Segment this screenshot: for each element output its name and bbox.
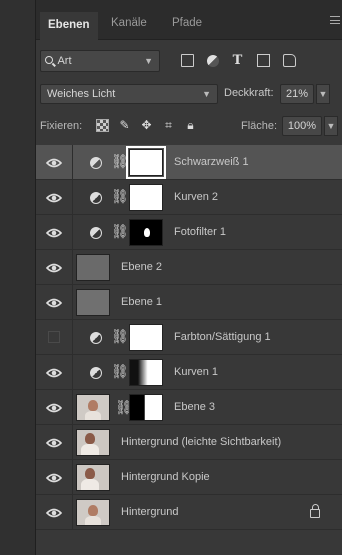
layer-name: Fotofilter 1 xyxy=(174,226,226,238)
tab-kanaele[interactable]: Kanäle xyxy=(111,10,147,38)
lock-all-icon[interactable]: 🔒︎ xyxy=(184,119,197,132)
link-chain-icon[interactable]: ⛓ xyxy=(111,329,129,345)
layer-name: Ebene 2 xyxy=(121,261,162,273)
lock-transparency-icon[interactable] xyxy=(96,119,109,132)
link-chain-icon[interactable]: ⛓ xyxy=(111,189,129,205)
layer-list: ⛓ Schwarzweiß 1 ⛓ Kurven 2 ⛓ Fotofilter … xyxy=(36,145,342,530)
layer-mask-thumbnail[interactable] xyxy=(126,146,166,179)
layer-name: Hintergrund xyxy=(121,506,179,518)
adjustment-layer-icon xyxy=(90,332,102,344)
layer-row[interactable]: Hintergrund (leichte Sichtbarkeit) xyxy=(36,425,342,460)
eye-icon[interactable] xyxy=(46,225,62,241)
eye-icon[interactable] xyxy=(46,365,62,381)
layer-filter-row: Art ▼ T xyxy=(36,50,342,72)
adjustment-layer-icon xyxy=(90,192,102,204)
layer-thumbnail[interactable] xyxy=(76,394,110,421)
layer-mask-thumbnail[interactable] xyxy=(129,184,163,211)
eye-icon[interactable] xyxy=(46,435,62,451)
visibility-toggle-empty[interactable] xyxy=(48,331,60,343)
adjustment-layer-icon xyxy=(90,157,102,169)
opacity-label: Deckkraft: xyxy=(224,87,274,99)
layer-thumbnail[interactable] xyxy=(76,289,110,316)
layer-name: Kurven 2 xyxy=(174,191,219,203)
link-chain-icon[interactable]: ⛓ xyxy=(111,364,129,380)
layer-row[interactable]: Hintergrund Kopie xyxy=(36,460,342,495)
chevron-down-icon: ▼ xyxy=(202,89,211,99)
layers-panel: Ebenen Kanäle Pfade Art ▼ T Weiches Lich… xyxy=(36,0,342,555)
filter-kind-label: Art xyxy=(57,55,72,67)
filter-kind-select[interactable]: Art ▼ xyxy=(40,50,160,72)
lock-pixels-brush-icon[interactable]: ✎ xyxy=(118,119,131,132)
eye-icon[interactable] xyxy=(46,505,62,521)
image-filter-icon[interactable] xyxy=(181,54,194,67)
layer-name: Ebene 3 xyxy=(174,401,215,413)
eye-icon[interactable] xyxy=(46,190,62,206)
layer-row[interactable]: ⛓ Kurven 1 xyxy=(36,355,342,390)
layer-thumbnail[interactable] xyxy=(76,464,110,491)
smart-object-filter-icon[interactable] xyxy=(283,54,296,67)
fill-label: Fläche: xyxy=(241,120,278,132)
opacity-dropdown-button[interactable]: ▼ xyxy=(316,84,330,104)
layer-row[interactable]: ⛓ Fotofilter 1 xyxy=(36,215,342,250)
layer-row[interactable]: ⛓ Schwarzweiß 1 xyxy=(36,145,342,180)
layer-row[interactable]: Ebene 1 xyxy=(36,285,342,320)
eye-icon[interactable] xyxy=(46,470,62,486)
search-icon xyxy=(45,56,53,64)
layer-name: Kurven 1 xyxy=(174,366,219,378)
panel-tab-bar: Ebenen Kanäle Pfade xyxy=(36,0,342,40)
layer-name: Farbton/Sättigung 1 xyxy=(174,331,271,343)
layer-mask-thumbnail[interactable] xyxy=(129,219,163,246)
left-toolbar-strip xyxy=(0,0,36,555)
fill-dropdown-button[interactable]: ▼ xyxy=(324,116,338,136)
blend-row: Weiches Licht ▼ Deckkraft: 21% ▼ xyxy=(36,84,342,106)
shape-filter-icon[interactable] xyxy=(257,54,270,67)
lock-label: Fixieren: xyxy=(40,120,83,132)
chevron-down-icon: ▼ xyxy=(144,56,153,66)
blend-mode-label: Weiches Licht xyxy=(47,88,116,100)
link-chain-icon[interactable]: ⛓ xyxy=(111,224,129,240)
layer-row[interactable]: ⛓ Kurven 2 xyxy=(36,180,342,215)
layer-mask-thumbnail[interactable] xyxy=(129,359,163,386)
lock-row: Fixieren: ✎ ✥ ⌗ 🔒︎ Fläche: 100% ▼ xyxy=(36,116,342,138)
link-chain-icon[interactable]: ⛓ xyxy=(111,154,129,170)
lock-icon[interactable] xyxy=(310,504,320,518)
layer-thumbnail[interactable] xyxy=(76,254,110,281)
layer-row[interactable]: Hintergrund xyxy=(36,495,342,530)
adjustment-layer-icon xyxy=(90,367,102,379)
adjustment-filter-icon[interactable] xyxy=(207,55,219,67)
eye-icon[interactable] xyxy=(46,260,62,276)
layer-name: Hintergrund Kopie xyxy=(121,471,210,483)
layer-name: Ebene 1 xyxy=(121,296,162,308)
layer-mask-thumbnail[interactable] xyxy=(129,394,163,421)
eye-icon[interactable] xyxy=(46,400,62,416)
type-filter-icon[interactable]: T xyxy=(231,54,244,67)
layer-row[interactable]: ⛓ Farbton/Sättigung 1 xyxy=(36,320,342,355)
layer-thumbnail[interactable] xyxy=(76,429,110,456)
eye-icon[interactable] xyxy=(46,295,62,311)
layer-name: Schwarzweiß 1 xyxy=(174,156,249,168)
fill-input[interactable]: 100% xyxy=(282,116,322,136)
layer-row[interactable]: Ebene 2 xyxy=(36,250,342,285)
layer-thumbnail[interactable] xyxy=(76,499,110,526)
layer-mask-thumbnail[interactable] xyxy=(129,324,163,351)
layer-name: Hintergrund (leichte Sichtbarkeit) xyxy=(121,436,282,448)
tab-pfade[interactable]: Pfade xyxy=(172,10,202,38)
tab-ebenen[interactable]: Ebenen xyxy=(40,12,98,40)
panel-menu-icon[interactable] xyxy=(330,16,340,24)
lock-artboard-icon[interactable]: ⌗ xyxy=(162,119,175,132)
blend-mode-select[interactable]: Weiches Licht ▼ xyxy=(40,84,218,104)
adjustment-layer-icon xyxy=(90,227,102,239)
opacity-input[interactable]: 21% xyxy=(280,84,314,104)
lock-position-move-icon[interactable]: ✥ xyxy=(140,119,153,132)
layer-row[interactable]: ⛓ Ebene 3 xyxy=(36,390,342,425)
eye-icon[interactable] xyxy=(46,155,62,171)
